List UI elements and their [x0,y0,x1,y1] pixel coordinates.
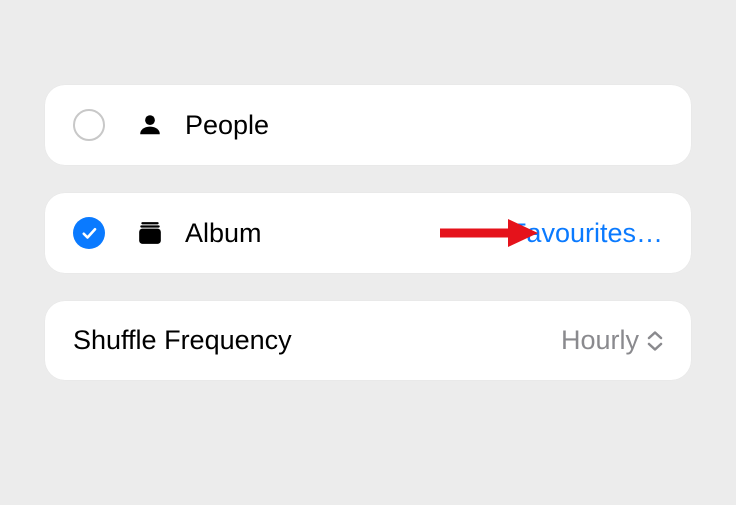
option-label-people: People [185,110,663,141]
album-value-link[interactable]: Favourites… [510,218,663,249]
shuffle-frequency-value: Hourly [561,325,639,356]
radio-checked[interactable] [73,217,105,249]
album-icon [135,218,165,248]
shuffle-frequency-row[interactable]: Shuffle Frequency Hourly [45,301,691,380]
shuffle-frequency-label: Shuffle Frequency [73,325,561,356]
option-row-people[interactable]: People [45,85,691,165]
radio-unchecked[interactable] [73,109,105,141]
chevron-up-down-icon [647,331,663,351]
option-label-album: Album [185,218,510,249]
people-icon [135,110,165,140]
option-row-album[interactable]: Album Favourites… [45,193,691,273]
check-icon [80,224,98,242]
